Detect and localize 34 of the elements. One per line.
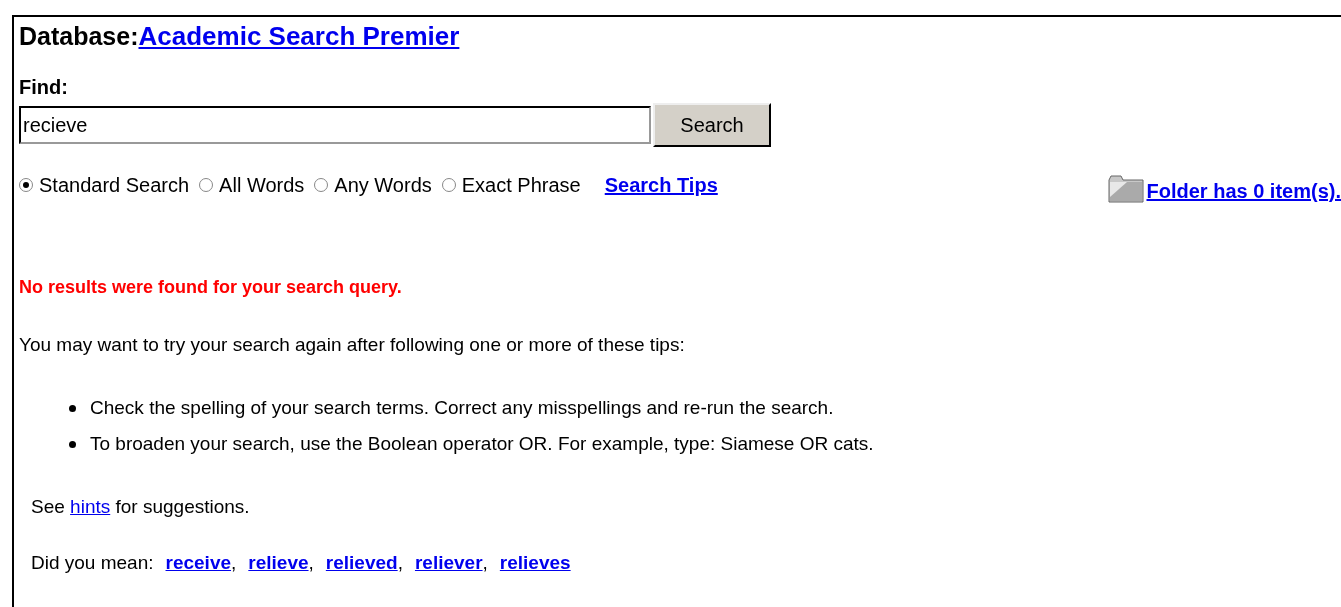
separator: , [231,552,237,574]
separator: , [397,552,403,574]
radio-button[interactable] [199,178,214,192]
radio-button[interactable] [314,178,329,192]
search-field[interactable]: recieve [19,106,651,144]
separator: , [308,552,314,574]
suggestion-link[interactable]: relieved [325,552,398,574]
radio-label: Any Words [334,173,432,197]
find-label: Find: [19,76,69,99]
database-link[interactable]: Academic Search Premier [138,21,460,52]
tip-text: To broaden your search, use the Boolean operator OR. For example, type: Siamese OR cats. [90,432,874,456]
suggestion-link[interactable]: receive [165,552,232,574]
radio-label: Standard Search [39,173,190,197]
bullet-icon [69,440,76,448]
tip-text: Check the spelling of your search terms. Correct any misspellings and re-run the search. [90,396,834,420]
suggestion-link[interactable]: relieve [248,552,309,574]
search-button[interactable]: Search [653,103,771,147]
intro-text: You may want to try your search again after following one or more of these tips: [19,334,686,356]
radio-label: All Words [219,173,305,197]
hints-sentence: See hints for suggestions. [31,496,251,518]
search-tips-link[interactable]: Search Tips [604,173,718,197]
database-label: Database: [19,22,139,51]
separator: , [482,552,488,574]
radio-label: Exact Phrase [461,173,581,197]
folder-link[interactable]: Folder has 0 item(s). [1146,180,1341,203]
suggestion-link[interactable]: relieves [499,552,571,574]
error-message: No results were found for your search query. [19,277,403,298]
did-you-mean-label: Did you mean: [31,552,154,574]
folder-icon [1108,175,1143,203]
radio-button[interactable] [19,178,33,192]
hints-link[interactable]: hints [70,496,111,517]
bullet-icon [69,404,76,412]
suggestion-link[interactable]: reliever [414,552,483,574]
radio-button[interactable] [441,178,456,192]
